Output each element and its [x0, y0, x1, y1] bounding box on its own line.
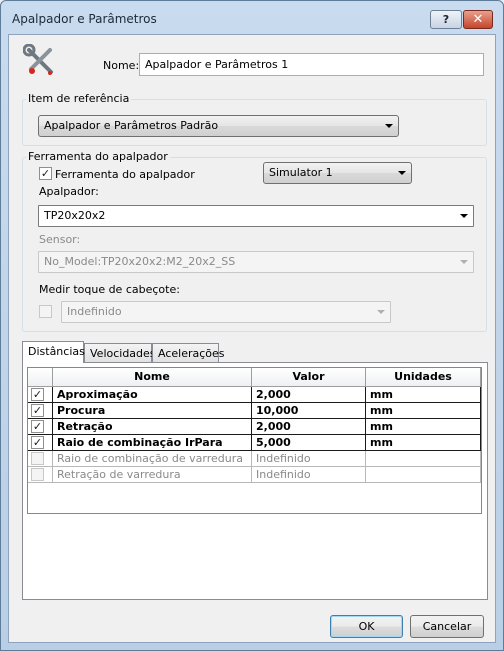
column-header-valor[interactable]: Valor: [252, 368, 366, 387]
row-name: Raio de combinação de varredura: [53, 451, 252, 467]
table-row[interactable]: Raio de combinação de varredura Indefini…: [28, 451, 481, 467]
probe-tool-checkbox-label: Ferramenta do apalpador: [55, 168, 195, 181]
row-checkbox-cell: [28, 451, 53, 467]
row-checkbox-cell: [28, 467, 53, 483]
tab-aceleracoes[interactable]: Acelerações: [152, 343, 225, 363]
chevron-down-icon: [398, 171, 406, 175]
column-header-checkbox: [28, 368, 53, 387]
sensor-label: Sensor:: [39, 233, 81, 246]
name-input[interactable]: Apalpador e Parâmetros 1: [139, 53, 484, 76]
row-unit: mm: [366, 387, 481, 403]
chevron-down-icon: [460, 260, 468, 264]
row-name: Retração: [53, 419, 252, 435]
row-checkbox-cell: ✓: [28, 419, 53, 435]
reference-dropdown-value: Apalpador e Parâmetros Padrão: [44, 119, 219, 132]
distances-tab-panel: Nome Valor Unidades ✓ Aproximação 2,000 …: [22, 362, 488, 600]
title-bar[interactable]: Apalpador e Parâmetros ? ✕: [1, 1, 503, 35]
head-touch-dropdown[interactable]: Indefinido: [61, 301, 391, 323]
table-row[interactable]: ✓ Retração 2,000 mm: [28, 419, 481, 435]
row-checkbox-cell: ✓: [28, 403, 53, 419]
row-name: Procura: [53, 403, 252, 419]
row-checkbox-cell: ✓: [28, 435, 53, 451]
reference-dropdown[interactable]: Apalpador e Parâmetros Padrão: [38, 115, 399, 137]
row-unit: [366, 451, 481, 467]
tab-velocidades[interactable]: Velocidades: [84, 343, 156, 363]
probe-tool-group-title: Ferramenta do apalpador: [26, 150, 170, 163]
help-button[interactable]: ?: [430, 10, 462, 29]
row-checkbox[interactable]: ✓: [31, 436, 44, 449]
table-row[interactable]: ✓ Raio de combinação IrPara 5,000 mm: [28, 435, 481, 451]
row-name: Retração de varredura: [53, 467, 252, 483]
row-value[interactable]: Indefinido: [252, 467, 366, 483]
column-header-unidades[interactable]: Unidades: [366, 368, 481, 387]
row-checkbox[interactable]: ✓: [31, 420, 44, 433]
probe-tool-checkbox[interactable]: ✓: [39, 167, 52, 180]
row-name: Aproximação: [53, 387, 252, 403]
cancel-button[interactable]: Cancelar: [410, 615, 484, 638]
row-checkbox[interactable]: [31, 468, 44, 481]
row-value[interactable]: 5,000: [252, 435, 366, 451]
name-label: Nome:: [103, 59, 140, 72]
table-row[interactable]: Retração de varredura Indefinido: [28, 467, 481, 483]
dialog-window: Apalpador e Parâmetros ? ✕ Nome: Apalpad…: [0, 0, 504, 651]
head-touch-checkbox[interactable]: [39, 305, 52, 318]
row-unit: mm: [366, 419, 481, 435]
simulator-dropdown-value: Simulator 1: [269, 166, 333, 179]
row-checkbox[interactable]: [31, 452, 44, 465]
grid-header: Nome Valor Unidades: [28, 368, 481, 387]
row-checkbox[interactable]: ✓: [31, 404, 44, 417]
sensor-dropdown-value: No_Model:TP20x20x2:M2_20x2_SS: [44, 255, 236, 268]
row-value[interactable]: 2,000: [252, 419, 366, 435]
head-touch-dropdown-value: Indefinido: [67, 305, 122, 318]
row-unit: mm: [366, 435, 481, 451]
probe-label: Apalpador:: [39, 185, 99, 198]
window-title: Apalpador e Parâmetros: [12, 12, 157, 26]
dialog-body: Nome: Apalpador e Parâmetros 1 Item de r…: [8, 34, 496, 643]
probe-dropdown[interactable]: TP20x20x2: [38, 205, 474, 227]
tab-distancias[interactable]: Distâncias: [22, 341, 85, 363]
row-value[interactable]: 10,000: [252, 403, 366, 419]
row-unit: mm: [366, 403, 481, 419]
simulator-dropdown[interactable]: Simulator 1: [263, 162, 412, 184]
table-row[interactable]: ✓ Aproximação 2,000 mm: [28, 387, 481, 403]
close-button[interactable]: ✕: [463, 10, 493, 29]
tools-icon: [22, 43, 57, 78]
distances-grid: Nome Valor Unidades ✓ Aproximação 2,000 …: [27, 367, 482, 514]
row-value[interactable]: 2,000: [252, 387, 366, 403]
probe-dropdown-value: TP20x20x2: [44, 209, 106, 222]
head-touch-label: Medir toque de cabeçote:: [39, 283, 180, 296]
chevron-down-icon: [385, 124, 393, 128]
row-checkbox[interactable]: ✓: [31, 388, 44, 401]
chevron-down-icon: [460, 214, 468, 218]
sensor-dropdown[interactable]: No_Model:TP20x20x2:M2_20x2_SS: [38, 251, 474, 273]
reference-group-title: Item de referência: [26, 92, 132, 105]
ok-button[interactable]: OK: [330, 615, 403, 638]
row-checkbox-cell: ✓: [28, 387, 53, 403]
chevron-down-icon: [377, 310, 385, 314]
row-value[interactable]: Indefinido: [252, 451, 366, 467]
row-unit: [366, 467, 481, 483]
column-header-nome[interactable]: Nome: [53, 368, 252, 387]
row-name: Raio de combinação IrPara: [53, 435, 252, 451]
table-row[interactable]: ✓ Procura 10,000 mm: [28, 403, 481, 419]
